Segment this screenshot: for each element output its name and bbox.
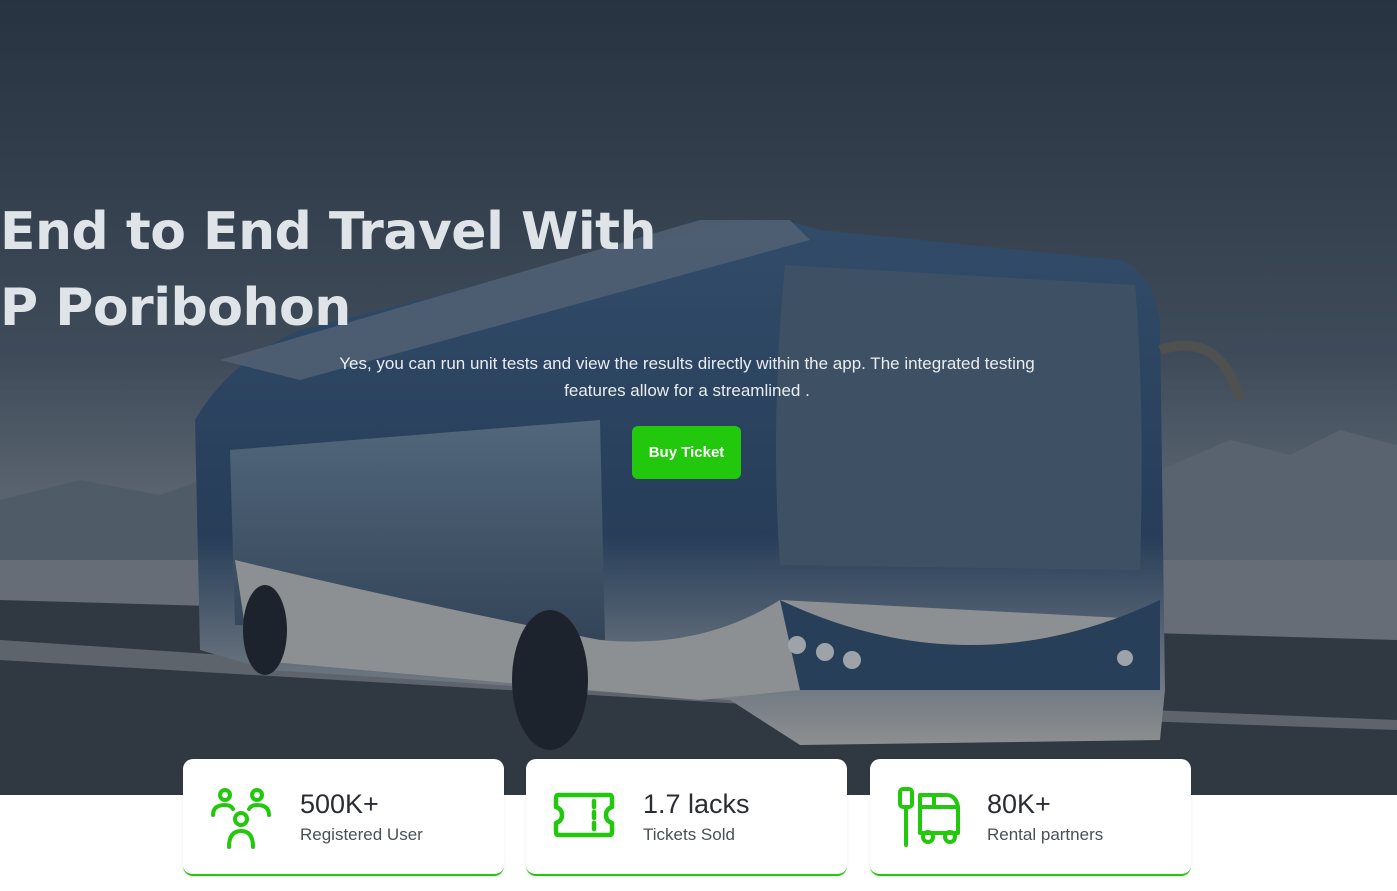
users-icon (211, 788, 271, 849)
bus-stop-icon (898, 787, 960, 847)
stat-label: Rental partners (987, 825, 1104, 844)
stat-value: 500K+ (300, 789, 379, 819)
hero-subtitle: Yes, you can run unit tests and view the… (339, 354, 1035, 400)
stat-card-rental-partners: 80K+ Rental partners (870, 759, 1191, 876)
hero-title: End to End Travel With P Poribohon (0, 194, 1397, 346)
stat-card-tickets-sold: 1.7 lacks Tickets Sold (526, 759, 847, 876)
hero-title-line2: P Poribohon (0, 278, 351, 338)
stat-label: Registered User (300, 825, 423, 844)
stat-label: Tickets Sold (643, 825, 735, 844)
buy-ticket-button[interactable]: Buy Ticket (632, 426, 741, 479)
stat-value: 1.7 lacks (643, 789, 750, 819)
ticket-icon (553, 792, 615, 838)
hero-title-line1: End to End Travel With (0, 202, 657, 262)
hero-section: End to End Travel With P Poribohon Yes, … (0, 0, 1397, 795)
stat-card-registered-users: 500K+ Registered User (183, 759, 504, 876)
stat-value: 80K+ (987, 789, 1051, 819)
